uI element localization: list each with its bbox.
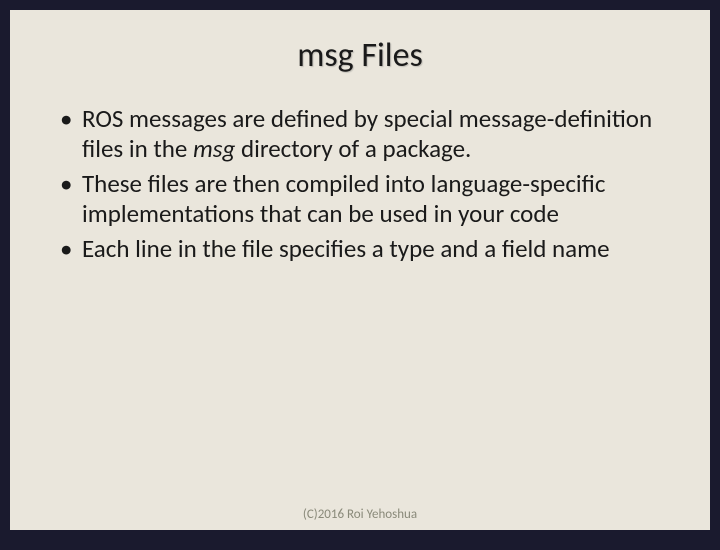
slide-content: ROS messages are defined by special mess… <box>40 104 680 264</box>
bullet-list: ROS messages are defined by special mess… <box>60 104 674 264</box>
bullet-text-pre: Each line in the file specifies a type a… <box>82 233 610 264</box>
slide-title: msg Files <box>40 35 680 76</box>
bullet-text-pre: These files are then compiled into langu… <box>82 168 605 229</box>
list-item: These files are then compiled into langu… <box>60 169 674 228</box>
bullet-text-post: directory of a package. <box>235 133 471 164</box>
slide: msg Files ROS messages are defined by sp… <box>10 10 710 530</box>
bullet-text-italic: msg <box>193 133 235 164</box>
slide-footer: (C)2016 Roi Yehoshua <box>10 507 710 522</box>
list-item: Each line in the file specifies a type a… <box>60 234 674 264</box>
list-item: ROS messages are defined by special mess… <box>60 104 674 163</box>
